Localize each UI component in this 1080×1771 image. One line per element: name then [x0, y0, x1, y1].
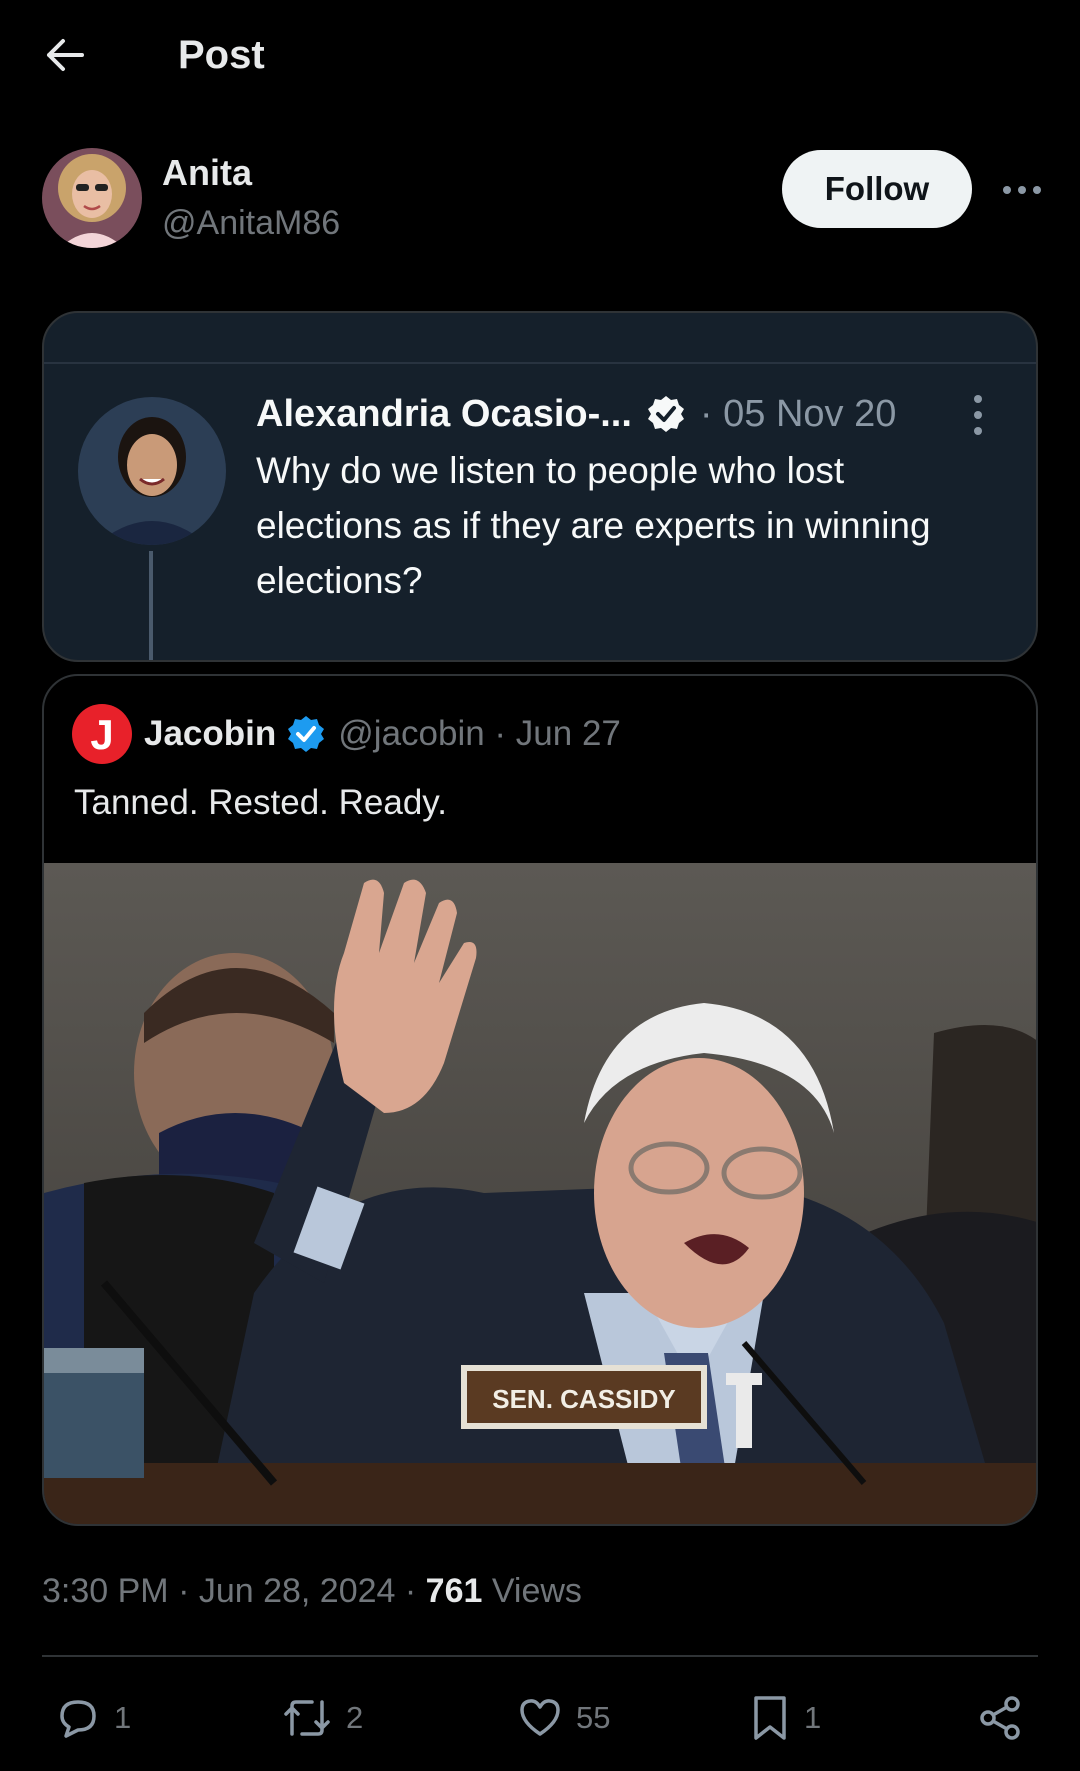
share-button[interactable]	[976, 1690, 1024, 1746]
page-title: Post	[178, 33, 265, 77]
repost-count: 2	[346, 1700, 364, 1735]
quoted-author-name[interactable]: Jacobin	[144, 714, 276, 754]
follow-button[interactable]: Follow	[782, 150, 972, 228]
post-timestamp[interactable]: 3:30 PM · Jun 28, 2024 ·	[42, 1572, 426, 1610]
share-icon	[980, 1696, 1020, 1740]
quoted-post-photo[interactable]: SEN. CASSIDY	[44, 863, 1036, 1524]
reply-icon	[60, 1700, 96, 1738]
like-button[interactable]: 55	[516, 1690, 610, 1746]
arrow-left-icon	[47, 39, 84, 71]
embedded-author-avatar	[78, 397, 226, 545]
embedded-post-image[interactable]: Alexandria Ocasio-... · 05 Nov 20 Why do…	[42, 311, 1038, 662]
nameplate-text: SEN. CASSIDY	[492, 1384, 676, 1414]
more-vertical-icon	[974, 395, 982, 435]
reply-count: 1	[114, 1700, 132, 1735]
author-handle[interactable]: @AnitaM86	[162, 202, 340, 244]
thread-line	[149, 551, 153, 660]
more-options-button[interactable]	[992, 170, 1052, 210]
action-bar: 1 2 55 1	[0, 1690, 1080, 1746]
jacobin-logo-letter: J	[90, 711, 113, 758]
quoted-author-handle: @jacobin · Jun 27	[338, 714, 621, 753]
top-bar: Post	[0, 0, 1080, 110]
repost-icon	[284, 1700, 330, 1736]
back-button[interactable]	[40, 30, 90, 80]
jacobin-logo: J	[72, 704, 132, 764]
repost-button[interactable]: 2	[280, 1690, 363, 1746]
quoted-post-text: Tanned. Rested. Ready.	[74, 783, 447, 822]
post-author: Anita @AnitaM86 Follow	[42, 148, 1042, 250]
quoted-post[interactable]: J Jacobin @jacobin · Jun 27 Tanned. Rest…	[42, 674, 1038, 1526]
views-count: 761	[425, 1572, 483, 1610]
more-horizontal-icon	[1003, 186, 1041, 194]
heart-icon	[520, 1699, 560, 1736]
views-label: Views	[482, 1572, 582, 1610]
bookmark-count: 1	[804, 1700, 822, 1735]
embedded-author-name: Alexandria Ocasio-...	[256, 392, 632, 435]
embedded-post-header: Alexandria Ocasio-... · 05 Nov 20	[256, 389, 896, 439]
author-avatar[interactable]	[42, 148, 142, 248]
embedded-post-date: · 05 Nov 20	[699, 392, 897, 435]
divider	[44, 362, 1036, 364]
divider	[42, 1655, 1038, 1657]
bookmark-icon	[754, 1696, 786, 1740]
post-metadata: 3:30 PM · Jun 28, 2024 · 761 Views	[42, 1566, 582, 1616]
reply-button[interactable]: 1	[54, 1690, 131, 1746]
verified-badge-icon	[647, 396, 684, 432]
verified-badge-icon	[288, 716, 325, 752]
embedded-post-text: Why do we listen to people who lost elec…	[256, 450, 931, 601]
quoted-post-header: J Jacobin @jacobin · Jun 27	[72, 704, 621, 764]
bookmark-button[interactable]: 1	[748, 1690, 821, 1746]
like-count: 55	[576, 1700, 611, 1735]
author-name[interactable]: Anita	[162, 152, 252, 194]
